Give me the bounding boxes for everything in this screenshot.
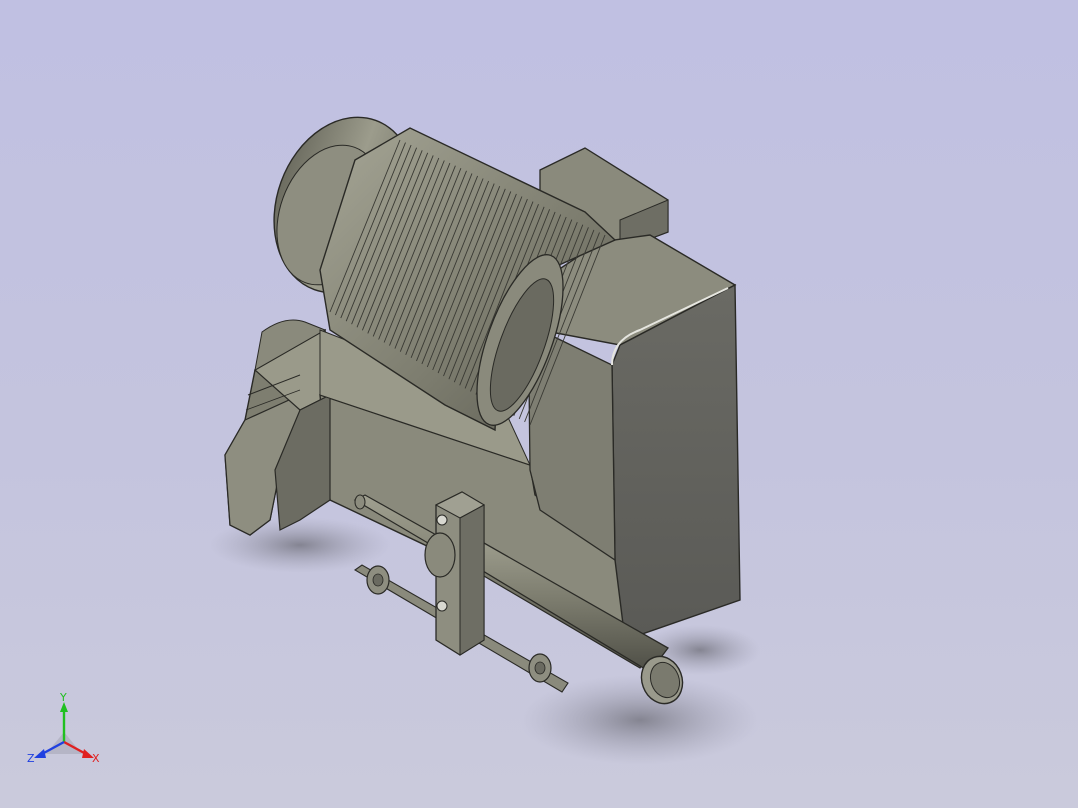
3d-model-view[interactable] (0, 0, 1078, 808)
z-axis-arrow (34, 749, 46, 758)
hex-nut (366, 565, 390, 595)
hex-nut (528, 653, 552, 683)
z-axis-label: Z (27, 752, 35, 765)
y-axis-label: Y (59, 692, 67, 704)
axis-triad: Y X Z (27, 692, 100, 765)
x-axis-label: X (92, 752, 100, 765)
graphics-viewport[interactable]: Y X Z (0, 0, 1078, 808)
